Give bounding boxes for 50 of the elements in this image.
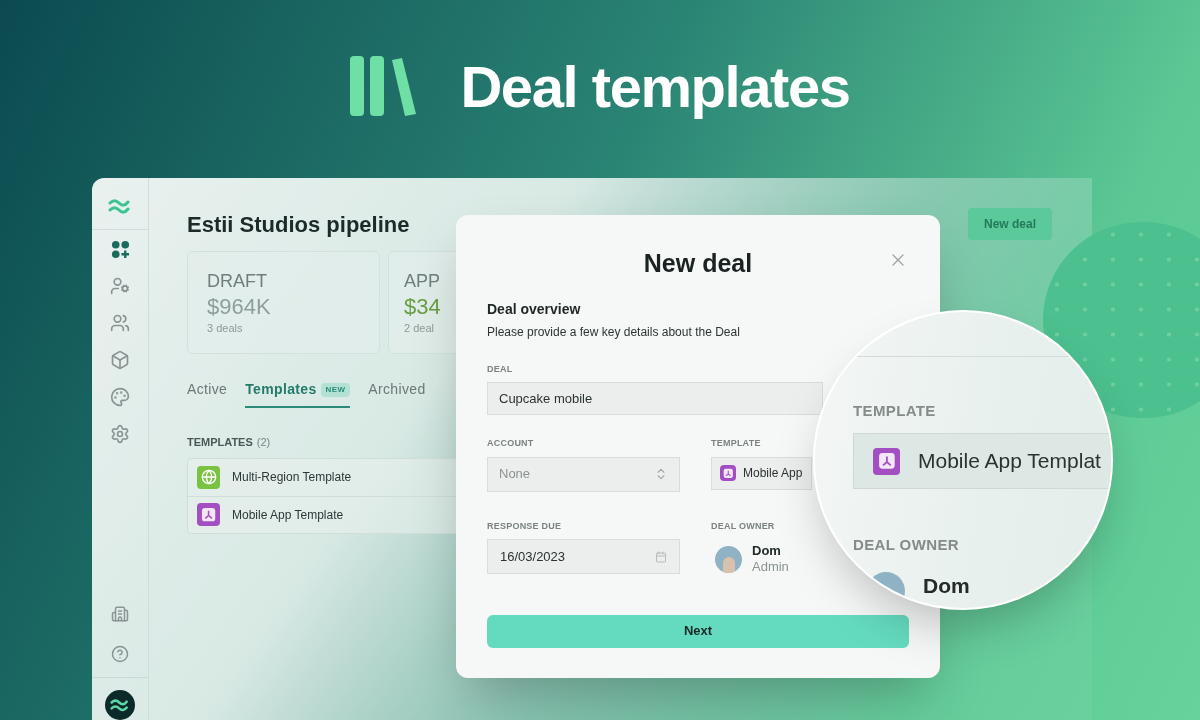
stat-label: DRAFT	[207, 270, 267, 293]
building-icon[interactable]	[111, 605, 129, 623]
magnified-label: TEMPLATE	[853, 401, 936, 421]
stat-label: APP	[404, 270, 441, 293]
sidebar-item[interactable]	[110, 276, 130, 296]
next-button[interactable]: Next	[487, 614, 909, 648]
help-icon[interactable]	[111, 645, 129, 663]
deal-name-input[interactable]: Cupcake mobile	[487, 382, 823, 415]
grid-plus-icon	[110, 240, 130, 259]
cube-icon	[110, 350, 130, 370]
page-title: Estii Studios pipeline	[187, 211, 410, 239]
avatar	[715, 545, 742, 573]
owner-name: Dom	[752, 543, 782, 560]
templates-count: (2)	[256, 435, 271, 450]
magnified-label: DEAL OWNER	[853, 535, 959, 555]
tab[interactable]: Archived	[368, 379, 426, 408]
field-label: TEMPLATE	[711, 437, 762, 450]
field-label: DEAL OWNER	[711, 519, 776, 533]
calendar-icon	[655, 550, 667, 563]
stat-amount: $964K	[207, 292, 271, 320]
user-icon	[110, 276, 130, 296]
settings-icon	[110, 424, 130, 444]
date-input[interactable]: 16/03/2023	[487, 539, 680, 574]
sidebar-item[interactable]	[110, 240, 130, 259]
owner-role: Admin	[752, 559, 789, 576]
template-name: Multi-Region Template	[232, 469, 352, 486]
tab[interactable]: Active	[187, 379, 228, 408]
template-name: Mobile App Template	[232, 506, 344, 524]
section-description: Please provide a few key details about the Deal	[487, 323, 741, 341]
field-label: ACCOUNT	[487, 437, 535, 450]
tab[interactable]: Templates NEW	[245, 379, 351, 408]
field-label: DEAL	[487, 362, 514, 376]
stat-amount: $34	[404, 292, 441, 320]
templates-heading: TEMPLATES	[187, 435, 253, 450]
new-badge: NEW	[320, 382, 351, 397]
workspace-avatar[interactable]	[105, 690, 135, 720]
sidebar-item[interactable]	[110, 350, 130, 370]
headline: Deal templates	[460, 52, 850, 121]
dialog-title: New deal	[643, 248, 753, 279]
section-title: Deal overview	[487, 299, 582, 319]
sidebar-item[interactable]	[110, 387, 130, 407]
palette-icon	[110, 387, 130, 407]
magnified-owner-name: Dom	[923, 573, 970, 599]
team-icon	[110, 313, 130, 333]
sidebar-item[interactable]	[110, 313, 130, 333]
logo-icon	[350, 56, 417, 116]
sidebar-item[interactable]	[110, 424, 130, 444]
stat-count: 2 deal	[404, 321, 434, 336]
template-select[interactable]: Mobile App	[711, 456, 812, 490]
stat-count: 3 deals	[207, 321, 243, 336]
